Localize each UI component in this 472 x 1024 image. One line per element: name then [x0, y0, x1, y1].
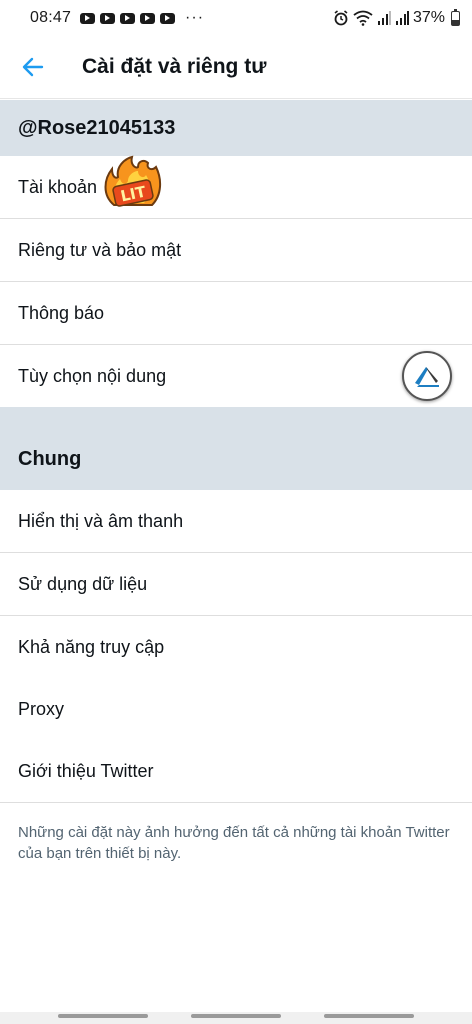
back-button[interactable] — [17, 51, 49, 83]
menu-item-label: Tùy chọn nội dung — [18, 366, 167, 386]
menu-item-label: Hiển thị và âm thanh — [18, 510, 184, 531]
menu-item-label: Sử dụng dữ liệu — [18, 573, 148, 594]
menu-item-accessibility[interactable]: Khả năng truy cập — [0, 616, 472, 679]
page-title: Cài đặt và riêng tư — [82, 55, 267, 78]
lit-fire-sticker: LIT — [100, 155, 164, 217]
nav-recent-handle[interactable] — [58, 1014, 148, 1018]
account-section-header: @Rose21045133 — [0, 100, 472, 156]
menu-item-label: Tài khoản — [18, 176, 98, 197]
status-time: 08:47 — [30, 9, 72, 26]
menu-item-notifications[interactable]: Thông báo — [0, 282, 472, 345]
battery-percent: 37% — [412, 9, 445, 26]
menu-item-label: Proxy — [18, 698, 65, 719]
menu-item-label: Thông báo — [18, 302, 105, 323]
app-header: Cài đặt và riêng tư — [0, 36, 472, 99]
menu-item-privacy-security[interactable]: Riêng tư và bảo mật — [0, 219, 472, 282]
floating-book-button[interactable] — [402, 351, 452, 401]
status-right: 37% — [333, 8, 460, 27]
battery-level — [452, 19, 459, 25]
menu-item-display-sound[interactable]: Hiển thị và âm thanh — [0, 490, 472, 553]
signal-icon — [377, 10, 391, 25]
notification-icons — [80, 12, 176, 24]
nav-home-handle[interactable] — [191, 1014, 281, 1018]
book-icon — [415, 367, 439, 387]
menu-item-label: Riêng tư và bảo mật — [18, 239, 182, 260]
wifi-icon — [353, 10, 373, 26]
menu-item-label: Giới thiệu Twitter — [18, 760, 154, 781]
menu-item-account[interactable]: Tài khoản — [0, 156, 472, 219]
youtube-icon — [80, 12, 96, 24]
battery-icon — [451, 8, 460, 26]
fire-icon: LIT — [104, 155, 162, 207]
menu-item-proxy[interactable]: Proxy — [0, 678, 472, 741]
menu-item-about-twitter[interactable]: Giới thiệu Twitter — [0, 740, 472, 803]
nav-back-handle[interactable] — [324, 1014, 414, 1018]
menu-item-data-usage[interactable]: Sử dụng dữ liệu — [0, 553, 472, 616]
youtube-icon — [120, 12, 136, 24]
arrow-left-icon — [22, 57, 44, 77]
settings-footer-note: Những cài đặt này ảnh hưởng đến tất cả n… — [18, 824, 450, 862]
youtube-icon — [100, 12, 116, 24]
youtube-icon — [160, 12, 176, 24]
signal-icon — [395, 10, 409, 25]
youtube-icon — [140, 12, 156, 24]
more-notifications-icon: ··· — [185, 9, 205, 26]
status-bar: 08:47 ··· 37% — [0, 0, 472, 36]
system-nav-bar — [0, 1012, 472, 1024]
alarm-icon — [334, 10, 348, 26]
menu-item-label: Khả năng truy cập — [18, 636, 165, 657]
general-section-header: Chung — [0, 407, 472, 490]
